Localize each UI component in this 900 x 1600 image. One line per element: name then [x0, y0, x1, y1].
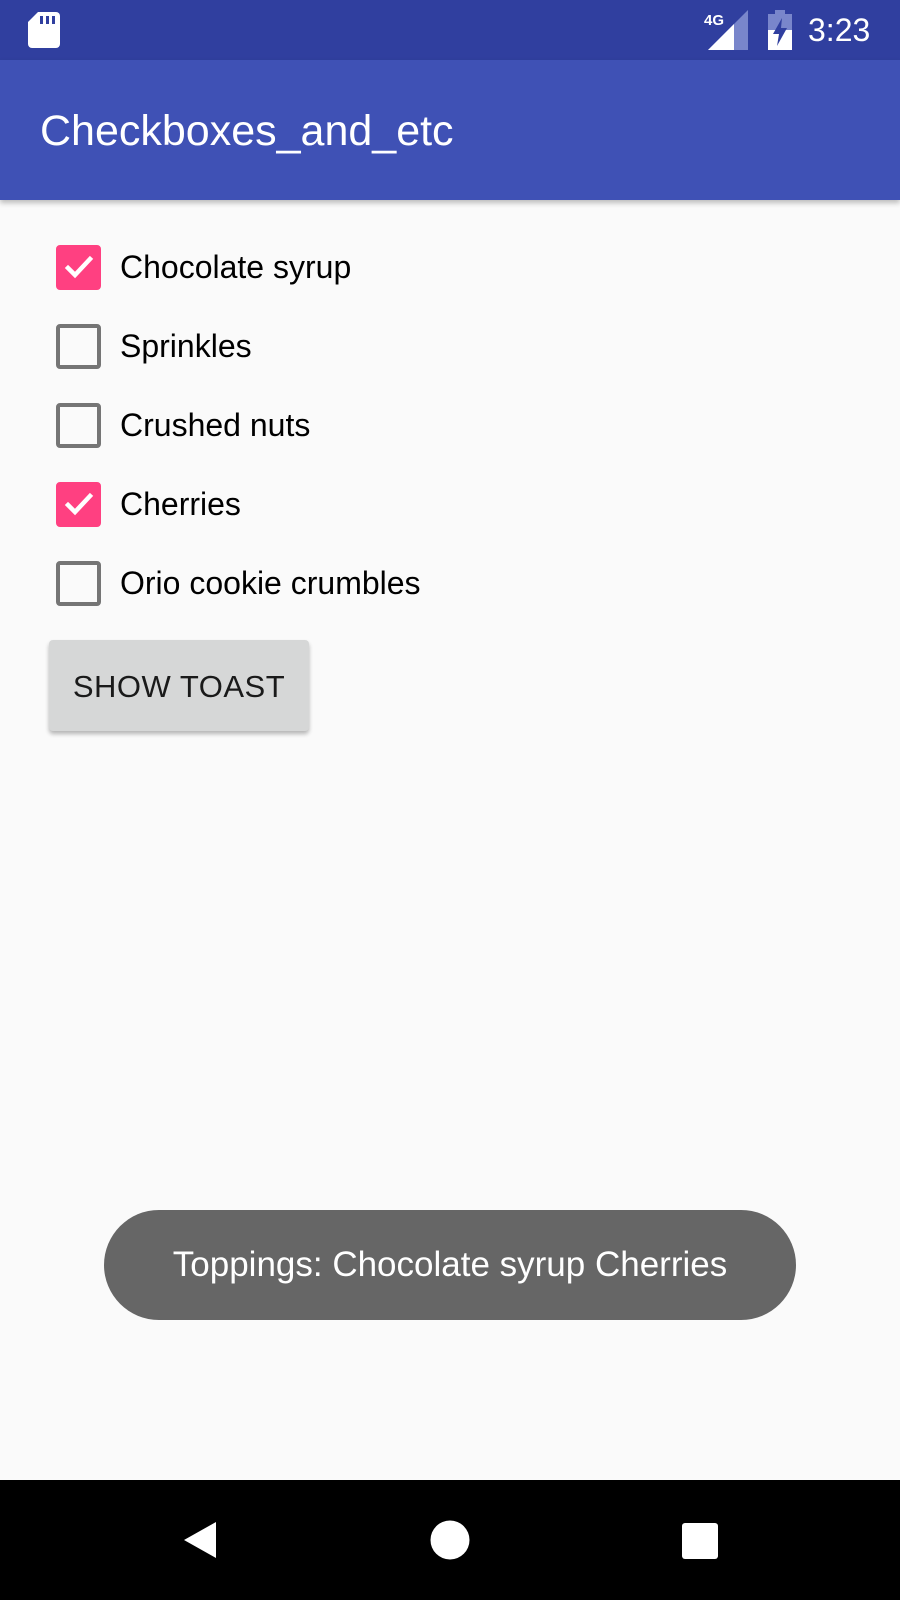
home-icon[interactable] — [430, 1520, 470, 1565]
signal-4g-icon: 4G — [704, 10, 748, 55]
checkbox-chocolate-syrup[interactable]: Chocolate syrup — [56, 237, 756, 297]
checkbox-box[interactable] — [56, 403, 101, 448]
checkbox-sprinkles[interactable]: Sprinkles — [56, 316, 756, 376]
checkbox-cherries[interactable]: Cherries — [56, 474, 756, 534]
checkbox-orio-cookie-crumbles[interactable]: Orio cookie crumbles — [56, 553, 756, 613]
checkbox-label: Orio cookie crumbles — [120, 565, 421, 601]
checkbox-crushed-nuts[interactable]: Crushed nuts — [56, 395, 756, 455]
toast-message: Toppings: Chocolate syrup Cherries — [104, 1210, 796, 1320]
checkbox-box[interactable] — [56, 482, 101, 527]
status-bar: 4G 3:23 — [0, 0, 900, 60]
checkmark-icon — [64, 255, 94, 279]
navigation-bar — [0, 1480, 900, 1600]
checkmark-icon — [64, 492, 94, 516]
battery-charging-icon — [768, 10, 792, 55]
svg-text:4G: 4G — [704, 12, 724, 29]
checkbox-label: Crushed nuts — [120, 407, 311, 443]
back-icon[interactable] — [180, 1520, 220, 1565]
checkbox-box[interactable] — [56, 561, 101, 606]
show-toast-button[interactable]: SHOW TOAST — [49, 640, 309, 731]
status-time: 3:23 — [808, 12, 871, 48]
checkbox-box[interactable] — [56, 324, 101, 369]
app-bar: Checkboxes_and_etc — [0, 60, 900, 200]
checkbox-label: Cherries — [120, 486, 241, 522]
checkbox-label: Sprinkles — [120, 328, 252, 364]
sd-card-icon — [28, 12, 60, 53]
recents-icon[interactable] — [681, 1522, 719, 1565]
checkbox-label: Chocolate syrup — [120, 249, 352, 285]
checkbox-box[interactable] — [56, 245, 101, 290]
app-title: Checkboxes_and_etc — [40, 107, 454, 155]
